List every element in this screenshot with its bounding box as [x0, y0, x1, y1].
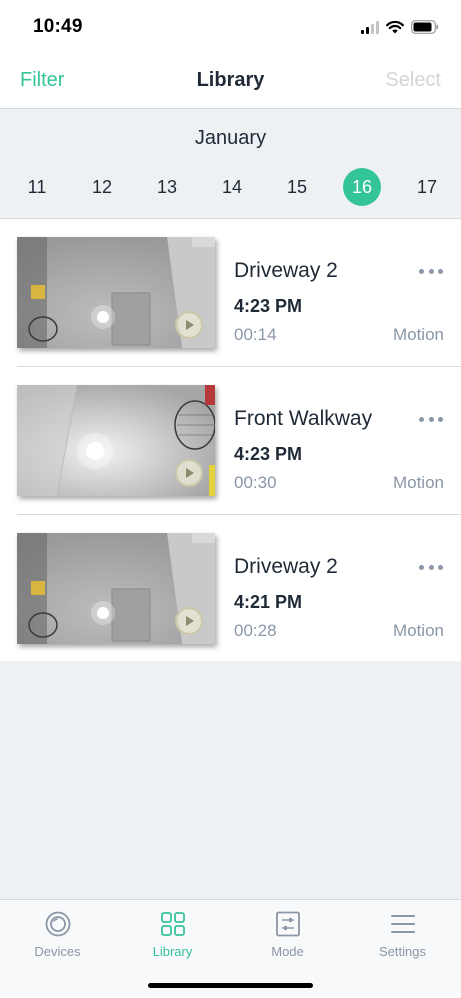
day-button[interactable]: 15	[278, 168, 316, 206]
clip-thumbnail[interactable]	[17, 533, 215, 644]
clip-list: Driveway 2 4:23 PM 00:14 Motion Front Wa…	[0, 219, 461, 663]
status-time: 10:49	[33, 16, 83, 37]
tab-label: Mode	[271, 944, 304, 959]
day-button-selected[interactable]: 16	[343, 168, 381, 206]
camera-name: Driveway 2	[234, 555, 338, 578]
more-options-icon[interactable]	[419, 415, 443, 423]
settings-icon	[390, 915, 415, 933]
day-button[interactable]: 17	[408, 168, 446, 206]
empty-list-area	[0, 661, 461, 899]
camera-name: Front Walkway	[234, 407, 373, 430]
navigation-bar: Filter Library Select	[0, 54, 461, 109]
clip-duration: 00:28	[234, 621, 277, 640]
play-icon[interactable]	[175, 459, 203, 487]
event-type: Motion	[392, 325, 444, 344]
clip-duration: 00:14	[234, 325, 277, 344]
play-icon[interactable]	[175, 311, 203, 339]
home-indicator	[148, 983, 313, 988]
tab-mode[interactable]: Mode	[230, 910, 345, 968]
clip-time: 4:23 PM	[234, 444, 303, 464]
clip-time: 4:21 PM	[234, 592, 303, 612]
status-bar: 10:49	[0, 0, 461, 54]
status-icons	[361, 19, 439, 35]
day-selector: 11 12 13 14 15 16 17	[0, 168, 461, 206]
clip-thumbnail[interactable]	[17, 237, 215, 348]
play-icon[interactable]	[175, 607, 203, 635]
month-label: January	[194, 127, 267, 149]
select-button[interactable]: Select	[385, 69, 441, 92]
camera-name: Driveway 2	[234, 259, 338, 282]
clip-time: 4:23 PM	[234, 296, 303, 316]
day-button[interactable]: 13	[148, 168, 186, 206]
event-type: Motion	[392, 473, 444, 492]
battery-icon	[411, 20, 439, 34]
day-button[interactable]: 14	[213, 168, 251, 206]
clip-row[interactable]: Front Walkway 4:23 PM 00:30 Motion	[0, 367, 461, 515]
clip-thumbnail[interactable]	[17, 385, 215, 496]
tab-label: Settings	[379, 944, 426, 959]
clip-row[interactable]: Driveway 2 4:21 PM 00:28 Motion	[0, 515, 461, 663]
tab-settings[interactable]: Settings	[345, 910, 460, 968]
cellular-signal-icon	[361, 20, 379, 34]
mode-icon	[275, 911, 300, 937]
wifi-icon	[386, 20, 404, 34]
more-options-icon[interactable]	[419, 563, 443, 571]
library-icon	[160, 912, 185, 936]
day-button[interactable]: 11	[18, 168, 56, 206]
tab-library[interactable]: Library	[115, 910, 230, 968]
clip-row[interactable]: Driveway 2 4:23 PM 00:14 Motion	[0, 219, 461, 367]
clip-duration: 00:30	[234, 473, 277, 492]
more-options-icon[interactable]	[419, 267, 443, 275]
devices-icon	[45, 911, 70, 937]
event-type: Motion	[392, 621, 444, 640]
tab-label: Devices	[34, 944, 81, 959]
tab-label: Library	[152, 944, 193, 959]
tab-devices[interactable]: Devices	[0, 910, 115, 968]
day-button[interactable]: 12	[83, 168, 121, 206]
date-picker: January 11 12 13 14 15 16 17	[0, 109, 461, 219]
